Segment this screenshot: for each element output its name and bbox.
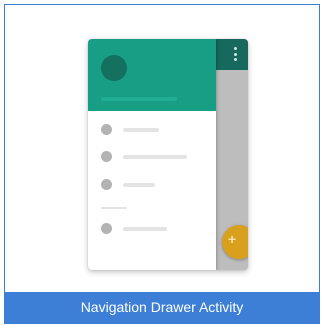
fab-button: +: [222, 225, 248, 259]
drawer-item-3: [101, 179, 211, 191]
drawer-item-1: [101, 124, 211, 136]
drawer-item-icon: [101, 179, 112, 190]
drawer-item-label-placeholder: [123, 155, 187, 159]
drawer-header-text-placeholder: [101, 97, 177, 101]
drawer-item-icon: [101, 151, 112, 162]
template-tile-navigation-drawer[interactable]: + Navigation Drawer Activity: [4, 4, 320, 324]
overflow-menu-icon: [233, 47, 237, 61]
phone-mockup: +: [88, 39, 248, 270]
drawer-item-label-placeholder: [123, 183, 155, 187]
plus-icon: +: [228, 231, 237, 247]
template-preview: +: [5, 5, 319, 292]
drawer-item-icon: [101, 223, 112, 234]
drawer-item-icon: [101, 124, 112, 135]
navigation-drawer: [88, 39, 216, 270]
drawer-item-4: [101, 223, 211, 235]
drawer-divider: [101, 207, 127, 209]
avatar: [101, 55, 127, 81]
drawer-item-label-placeholder: [123, 227, 167, 231]
drawer-header: [88, 39, 216, 111]
template-caption: Navigation Drawer Activity: [5, 292, 319, 323]
drawer-item-label-placeholder: [123, 128, 159, 132]
app-bar: [216, 39, 248, 70]
drawer-item-2: [101, 151, 211, 163]
